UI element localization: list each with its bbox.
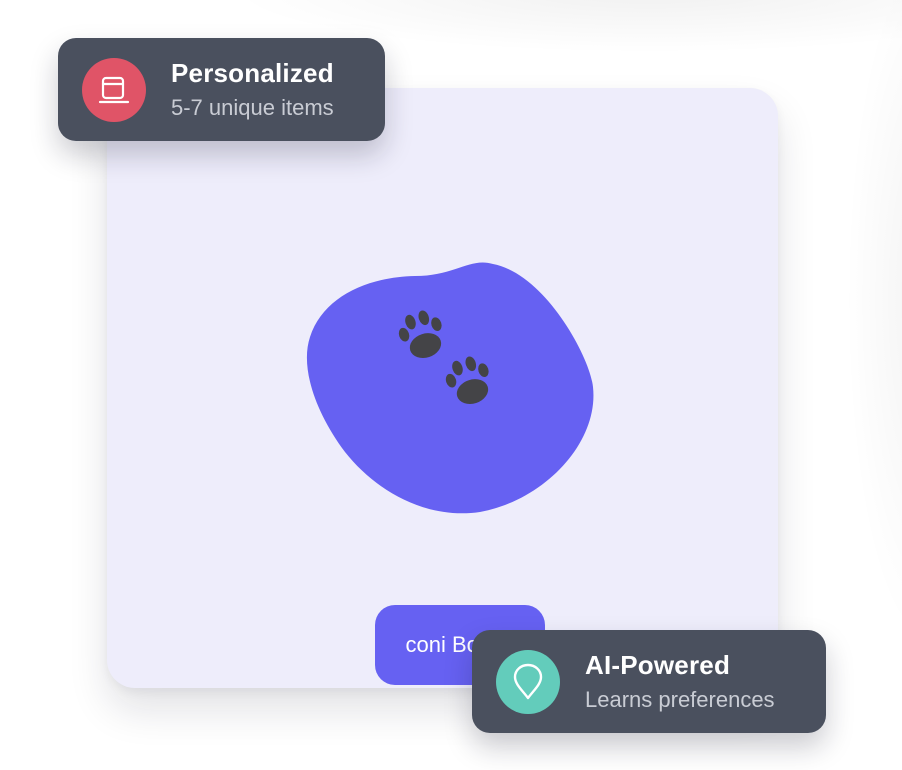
product-illustration (305, 262, 597, 514)
ai-powered-badge: AI-Powered Learns preferences (472, 630, 826, 733)
location-pin-icon (496, 649, 560, 714)
ai-powered-title: AI-Powered (585, 649, 731, 680)
personalized-badge: Personalized 5-7 unique items (58, 38, 385, 141)
box-icon (82, 57, 146, 122)
ai-powered-subtitle: Learns preferences (585, 686, 775, 712)
personalized-title: Personalized (171, 57, 334, 88)
blob-shape (306, 262, 594, 514)
personalized-subtitle: 5-7 unique items (171, 94, 334, 120)
product-card: coni Box ✦ (107, 88, 778, 688)
